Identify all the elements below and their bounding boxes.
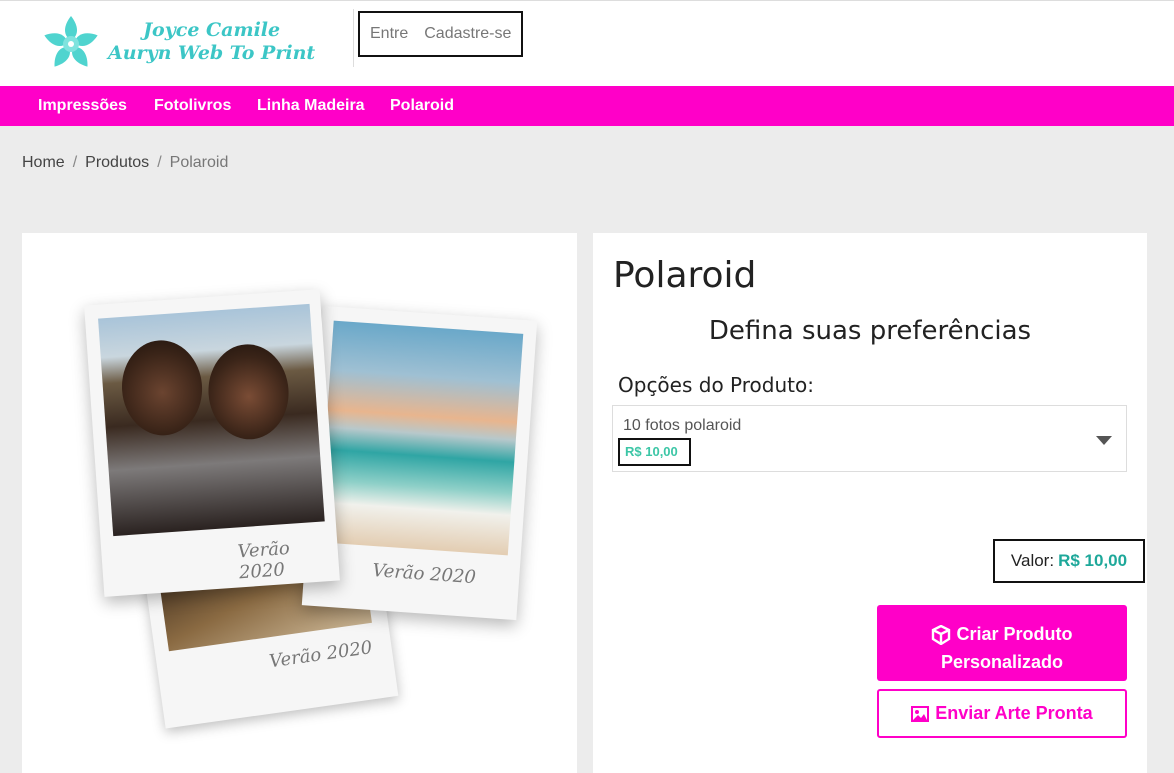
site-header: Joyce Camile Auryn Web To Print Entre Ca… [0,0,1174,86]
polaroid-caption: Verão 2020 [236,537,291,584]
selected-option-price: R$ 10,00 [618,438,691,466]
login-link[interactable]: Entre [370,25,408,43]
send-button-label: Enviar Arte Pronta [935,703,1093,723]
polaroid-photo-front: Verão 2020 [84,289,340,597]
create-button-line-1: Criar Produto [956,624,1073,644]
value-label: Valor: [1010,551,1055,570]
flower-logo-icon[interactable] [40,13,102,75]
brand-line-2: Auryn Web To Print [108,42,316,64]
preferences-heading: Defina suas preferências [708,316,1032,346]
total-value: Valor: R$ 10,00 [993,539,1145,583]
breadcrumb-separator: / [72,154,78,171]
send-ready-art-button[interactable]: Enviar Arte Pronta [877,689,1127,738]
create-button-line-2: Personalizado [940,652,1064,672]
signup-link[interactable]: Cadastre-se [424,25,511,43]
polaroid-caption: Verão 2020 [267,637,374,673]
selected-option-name: 10 fotos polaroid [623,417,742,434]
options-label: Opções do Produto: [618,373,814,397]
breadcrumb: Home / Produtos / Polaroid [22,154,228,172]
header-divider [353,9,354,67]
image-icon [911,705,930,722]
nav-item-polaroid[interactable]: Polaroid [390,86,454,126]
brand-line-1: Joyce Camile [143,19,281,41]
main-nav: Impressões Fotolivros Linha Madeira Pola… [0,86,1174,126]
product-options-card: Polaroid Defina suas preferências Opções… [593,233,1147,773]
product-option-select[interactable]: 10 fotos polaroid R$ 10,00 [612,405,1127,472]
product-image-card: Verão 2020 Verão 2020 Verão 2020 [22,233,577,773]
nav-item-impressoes[interactable]: Impressões [38,86,127,126]
breadcrumb-current: Polaroid [169,154,229,171]
create-custom-product-button[interactable]: Criar Produto Personalizado [877,605,1127,681]
product-title: Polaroid [613,255,757,296]
value-amount: R$ 10,00 [1058,551,1128,570]
caret-down-icon [1096,436,1112,445]
nav-item-linha-madeira[interactable]: Linha Madeira [257,86,365,126]
breadcrumb-separator: / [157,154,162,171]
auth-links: Entre Cadastre-se [358,11,523,57]
breadcrumb-products[interactable]: Produtos [85,154,149,171]
polaroid-caption: Verão 2020 [371,560,477,589]
brand-name[interactable]: Joyce Camile Auryn Web To Print [108,19,315,65]
breadcrumb-home[interactable]: Home [22,154,65,171]
nav-item-fotolivros[interactable]: Fotolivros [154,86,231,126]
cube-icon [932,624,951,646]
